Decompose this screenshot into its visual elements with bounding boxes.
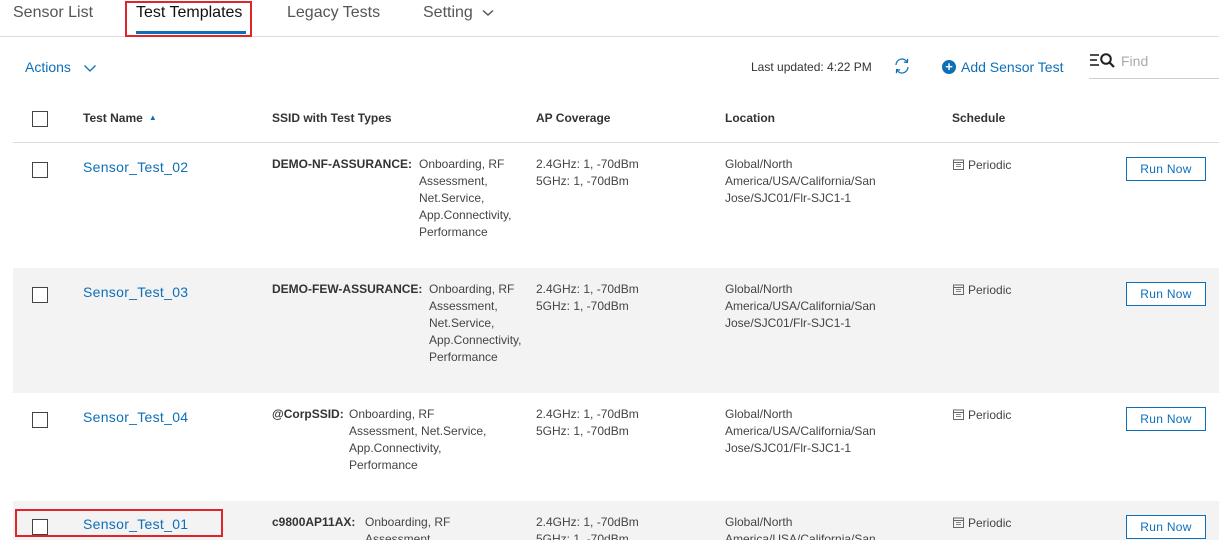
test-types: Onboarding, RF Assessment, (365, 515, 451, 540)
calendar-icon (953, 517, 964, 528)
test-types: Onboarding, RF Assessment, Net.Service, App… (419, 157, 512, 239)
test-types: Onboarding, RF Assessment, Net.Service, Ap… (349, 407, 487, 472)
schedule-value: Periodic (953, 408, 1011, 422)
schedule-value: Periodic (953, 283, 1011, 297)
row-checkbox[interactable] (32, 162, 48, 178)
row-checkbox[interactable] (32, 412, 48, 428)
table-row: Sensor_Test_01 c9800AP11AX: Onboarding, … (13, 501, 1219, 540)
add-sensor-test-button[interactable]: + Add Sensor Test (942, 59, 1063, 75)
tab-setting[interactable]: Setting (423, 4, 494, 22)
actions-dropdown[interactable]: Actions (25, 59, 97, 75)
column-header-test-name-label: Test Name (83, 111, 143, 125)
ssid-label: c9800AP11AX: (272, 515, 356, 529)
calendar-icon (953, 409, 964, 420)
find-box (1089, 48, 1219, 79)
table-row: Sensor_Test_03 DEMO-FEW-ASSURANCE: Onboa… (13, 268, 1219, 393)
calendar-icon (953, 159, 964, 170)
location-path: Global/North America/USA/California/San Jo… (725, 282, 876, 330)
run-now-button[interactable]: Run Now (1126, 407, 1206, 431)
run-now-button[interactable]: Run Now (1126, 157, 1206, 181)
active-tab-indicator (136, 31, 246, 34)
filter-search-icon[interactable] (1089, 52, 1117, 70)
tab-legacy-tests[interactable]: Legacy Tests (287, 4, 380, 22)
tab-bar: Sensor List Test Templates Legacy Tests … (0, 0, 1219, 37)
ssid-label: DEMO-FEW-ASSURANCE: (272, 282, 423, 296)
test-name-link[interactable]: Sensor_Test_04 (83, 409, 188, 425)
test-name-link[interactable]: Sensor_Test_01 (83, 516, 188, 532)
tab-test-templates[interactable]: Test Templates (136, 4, 242, 22)
run-now-button[interactable]: Run Now (1126, 515, 1206, 539)
test-types: Onboarding, RF Assessment, Net.Service, App… (429, 282, 522, 364)
table-row: Sensor_Test_04 @CorpSSID: Onboarding, RF… (13, 393, 1219, 501)
tab-setting-label: Setting (423, 4, 473, 21)
ap-coverage: 2.4GHz: 1, -70dBm 5GHz: 1, -70dBm (536, 407, 639, 438)
column-header-schedule: Schedule (952, 111, 1006, 125)
test-name-link[interactable]: Sensor_Test_02 (83, 159, 188, 175)
test-name-link[interactable]: Sensor_Test_03 (83, 284, 188, 300)
table-header: Test Name ▲ SSID with Test Types AP Cover… (13, 97, 1219, 143)
column-header-ap-coverage: AP Coverage (536, 111, 611, 125)
find-input[interactable] (1121, 53, 1216, 69)
ap-coverage: 2.4GHz: 1, -70dBm 5GHz: 1, -70dBm (536, 282, 639, 313)
chevron-down-icon (83, 64, 96, 72)
location-path: Global/North America/USA/California/San (725, 515, 876, 540)
ap-coverage: 2.4GHz: 1, -70dBm 5GHz: 1, -70dBm (536, 157, 639, 188)
tab-sensor-list[interactable]: Sensor List (13, 4, 93, 22)
last-updated-text: Last updated: 4:22 PM (751, 60, 872, 74)
add-sensor-test-label: Add Sensor Test (961, 59, 1064, 75)
actions-label: Actions (25, 59, 71, 75)
select-all-checkbox[interactable] (32, 111, 48, 127)
run-now-button[interactable]: Run Now (1126, 282, 1206, 306)
location-path: Global/North America/USA/California/San Jo… (725, 407, 876, 455)
schedule-value: Periodic (953, 158, 1011, 172)
ap-coverage: 2.4GHz: 1, -70dBm 5GHz: 1, -70dBm (536, 515, 639, 540)
sort-ascending-icon: ▲ (148, 113, 157, 122)
column-header-ssid: SSID with Test Types (272, 111, 392, 125)
column-header-test-name[interactable]: Test Name ▲ (83, 111, 157, 125)
ssid-label: DEMO-NF-ASSURANCE: (272, 157, 412, 171)
table-row: Sensor_Test_02 DEMO-NF-ASSURANCE: Onboar… (13, 143, 1219, 268)
column-header-location: Location (725, 111, 775, 125)
row-checkbox[interactable] (32, 519, 48, 535)
schedule-value: Periodic (953, 516, 1011, 530)
row-checkbox[interactable] (32, 287, 48, 303)
refresh-icon[interactable] (893, 57, 911, 75)
ssid-label: @CorpSSID: (272, 407, 344, 421)
plus-circle-icon: + (942, 60, 956, 74)
chevron-down-icon (482, 9, 494, 16)
location-path: Global/North America/USA/California/San Jo… (725, 157, 876, 205)
calendar-icon (953, 284, 964, 295)
